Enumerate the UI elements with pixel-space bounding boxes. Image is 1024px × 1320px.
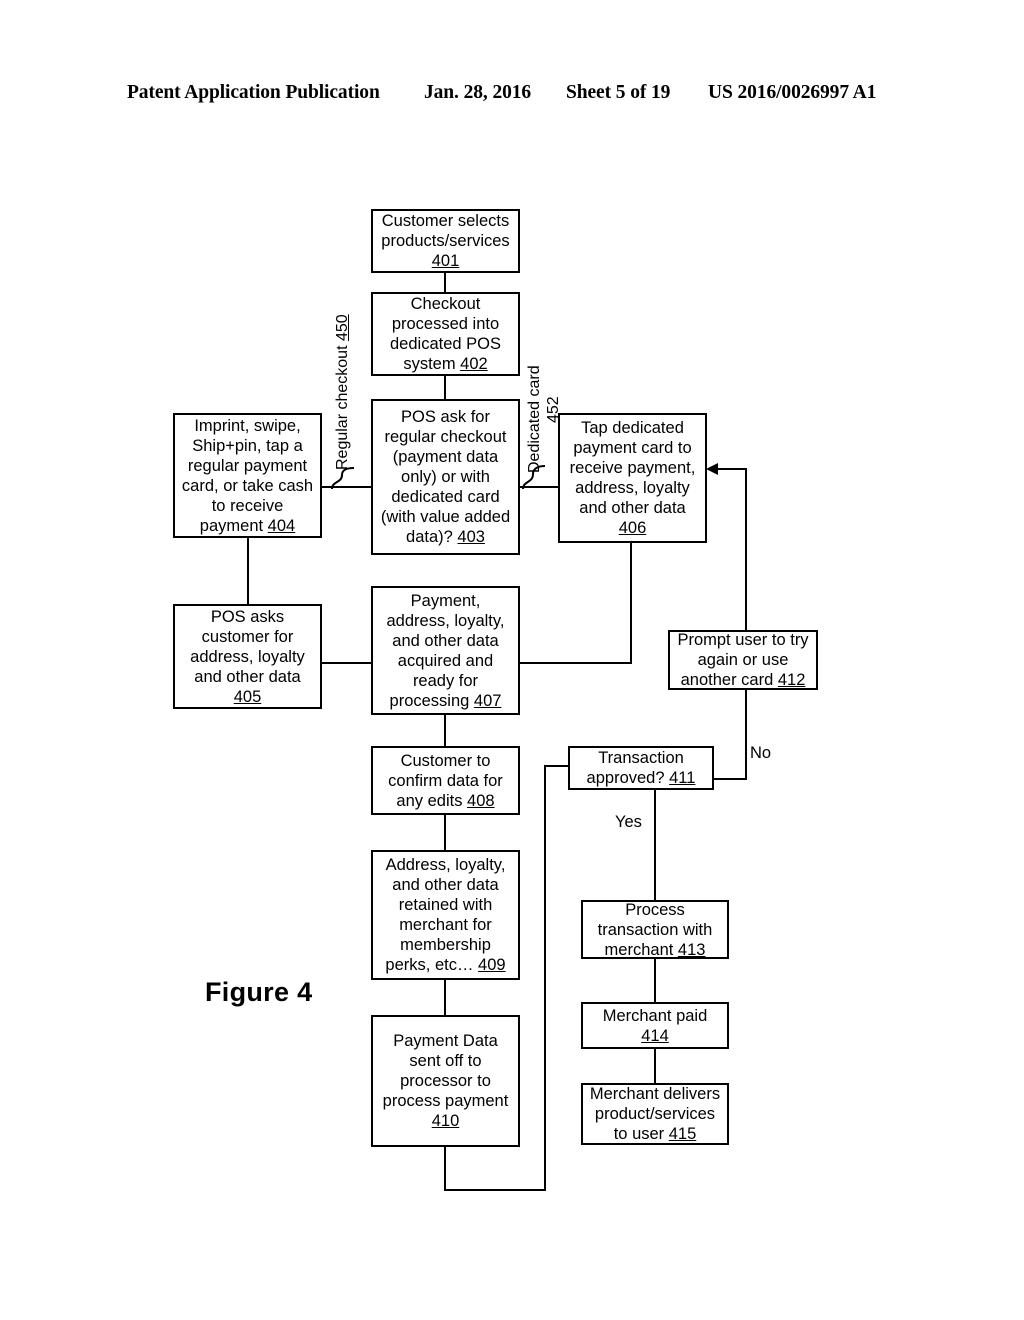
connector-no-up-to-412 — [745, 690, 747, 780]
connector-411-no-right — [714, 778, 747, 780]
branch-label-yes: Yes — [613, 813, 644, 832]
flow-node-403[interactable]: POS ask for regular checkout (payment da… — [371, 399, 520, 555]
connector-into-411 — [544, 765, 570, 767]
connector-402-403 — [444, 376, 446, 399]
flow-node-406[interactable]: Tap dedicated payment card to receive pa… — [558, 413, 707, 543]
branch-label-no: No — [748, 744, 774, 763]
header-sheet: Sheet 5 of 19 — [566, 82, 671, 103]
flow-node-410-ref: 410 — [431, 1112, 460, 1130]
connector-407-408 — [444, 715, 446, 746]
connector-406-to-407 — [519, 662, 632, 664]
connector-410-right — [444, 1189, 546, 1191]
branch-label-regular-checkout-ref: 450 — [334, 314, 351, 342]
flow-node-404-ref: 404 — [267, 516, 296, 535]
flow-node-406-text: Tap dedicated payment card to receive pa… — [569, 419, 696, 517]
flow-node-409[interactable]: Address, loyalty, and other data retaine… — [371, 850, 520, 980]
flow-node-414-text: Merchant paid — [602, 1006, 708, 1025]
branch-label-regular-checkout-text: Regular checkout — [334, 341, 351, 470]
connector-406-down — [630, 543, 632, 664]
flow-node-414-ref: 414 — [641, 1026, 669, 1045]
flow-node-415[interactable]: Merchant delivers product/services to us… — [581, 1083, 729, 1145]
flow-node-405-text: POS asks customer for address, loyalty a… — [190, 607, 305, 686]
header-publication: Patent Application Publication — [127, 82, 380, 103]
branch-label-dedicated-card-text: Dedicated card — [526, 365, 543, 473]
flow-node-401-ref: 401 — [431, 252, 460, 270]
arrowhead-into-406 — [706, 463, 718, 475]
branch-label-dedicated-card-ref: 452 — [544, 396, 563, 423]
branch-label-regular-checkout: Regular checkout 450 — [333, 314, 352, 470]
page-header: Patent Application Publication Jan. 28, … — [0, 82, 1024, 112]
connector-414-415 — [654, 1049, 656, 1083]
patent-figure-page: Patent Application Publication Jan. 28, … — [0, 0, 1024, 1320]
flow-node-409-ref: 409 — [478, 956, 506, 974]
header-patent-number: US 2016/0026997 A1 — [708, 82, 877, 103]
connector-410-down — [444, 1147, 446, 1191]
flow-node-414[interactable]: Merchant paid 414 — [581, 1002, 729, 1049]
flow-node-401[interactable]: Customer selects products/services 401 — [371, 209, 520, 273]
flow-node-406-ref: 406 — [618, 519, 647, 537]
flow-node-401-text: Customer selects products/services — [381, 212, 510, 250]
flow-node-405[interactable]: POS asks customer for address, loyalty a… — [173, 604, 322, 709]
flow-node-412[interactable]: Prompt user to try again or use another … — [668, 630, 818, 690]
connector-412-up — [745, 468, 747, 636]
flow-node-410-text: Payment Data sent off to processor to pr… — [382, 1032, 509, 1110]
flow-node-410[interactable]: Payment Data sent off to processor to pr… — [371, 1015, 520, 1147]
flow-node-411-ref: 411 — [669, 769, 696, 787]
flow-node-413-ref: 413 — [677, 940, 706, 959]
flow-node-412-ref: 412 — [777, 671, 806, 689]
figure-caption: Figure 4 — [205, 977, 313, 1007]
connector-411-413-yes — [654, 790, 656, 900]
flow-node-402-ref: 402 — [460, 355, 488, 373]
branch-label-dedicated-card-ref-text: 452 — [545, 396, 562, 423]
connector-413-414 — [654, 959, 656, 1002]
flow-node-407-ref: 407 — [473, 691, 502, 710]
flow-node-403-ref: 403 — [457, 528, 485, 546]
header-date: Jan. 28, 2016 — [424, 82, 532, 103]
flow-node-407[interactable]: Payment, address, loyalty, and other dat… — [371, 586, 520, 715]
branch-label-no-text: No — [750, 744, 772, 762]
flow-node-415-text: Merchant delivers product/services to us… — [589, 1085, 721, 1143]
flow-node-413[interactable]: Process transaction with merchant 413 — [581, 900, 729, 959]
flow-node-405-ref: 405 — [233, 687, 262, 706]
flow-node-403-text: POS ask for regular checkout (payment da… — [380, 408, 511, 546]
flow-node-402[interactable]: Checkout processed into dedicated POS sy… — [371, 292, 520, 376]
flow-node-408[interactable]: Customer to confirm data for any edits 4… — [371, 746, 520, 815]
connector-412-to-406 — [714, 468, 747, 470]
branch-label-dedicated-card: Dedicated card — [525, 365, 544, 473]
flow-node-408-ref: 408 — [467, 791, 495, 810]
connector-410-up-to-411 — [544, 765, 546, 1191]
flow-node-404[interactable]: Imprint, swipe, Ship+pin, tap a regular … — [173, 413, 322, 538]
connector-408-409 — [444, 815, 446, 850]
flow-node-411[interactable]: Transaction approved? 411 — [568, 746, 714, 790]
flow-node-415-ref: 415 — [668, 1125, 697, 1143]
connector-409-410 — [444, 980, 446, 1015]
connector-405-407 — [322, 662, 373, 664]
connector-404-405 — [247, 538, 249, 604]
branch-label-yes-text: Yes — [615, 813, 642, 831]
